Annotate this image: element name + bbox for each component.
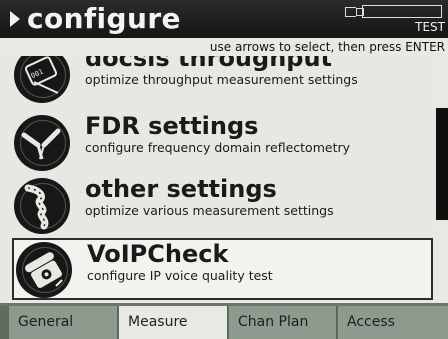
battery-icon <box>345 5 442 18</box>
menu-item-description: optimize throughput measurement settings <box>85 72 358 87</box>
battery-cap <box>356 8 364 16</box>
page-title: configure <box>27 2 181 35</box>
menu-item-description: optimize various measurement settings <box>85 203 334 218</box>
hint-text: use arrows to select, then press ENTER <box>209 40 445 54</box>
menu-item-label: docsis throughput <box>85 56 333 72</box>
menu-item-description: configure frequency domain reflectometry <box>85 140 351 155</box>
tab-bar: General Measure Chan Plan Access <box>0 306 448 339</box>
menu-item-description: configure IP voice quality test <box>87 268 273 283</box>
menu-item-docsis-throughput[interactable]: 001 docsis throughput optimize throughpu… <box>10 56 436 104</box>
menu-item-label: FDR settings <box>85 112 259 140</box>
plug-icon <box>345 7 356 17</box>
tab-general[interactable]: General <box>9 306 118 339</box>
menu-item-other-settings[interactable]: other settings optimize various measurem… <box>10 175 436 235</box>
tab-measure[interactable]: Measure <box>119 306 228 339</box>
telephone-icon <box>16 242 72 298</box>
scrollbar[interactable] <box>436 56 448 303</box>
broken-cable-icon <box>14 115 70 171</box>
hint-bar: use arrows to select, then press ENTER <box>0 38 448 57</box>
scrollbar-thumb[interactable] <box>436 108 448 220</box>
coiled-cable-icon <box>14 178 70 234</box>
tab-access[interactable]: Access <box>338 306 448 339</box>
menu-item-label: other settings <box>85 175 277 203</box>
menu-list: 001 docsis throughput optimize throughpu… <box>0 56 436 303</box>
svg-text:001: 001 <box>30 68 45 81</box>
title-arrow-icon <box>10 11 20 27</box>
configure-screen: configure TEST use arrows to select, the… <box>0 0 448 339</box>
title-bar: configure TEST <box>0 0 448 38</box>
tab-chan-plan[interactable]: Chan Plan <box>229 306 337 339</box>
menu-item-fdr-settings[interactable]: FDR settings configure frequency domain … <box>10 112 436 172</box>
cable-icon: 001 <box>14 56 70 103</box>
menu-item-voipcheck[interactable]: VoIPCheck configure IP voice quality tes… <box>12 238 433 300</box>
menu-item-label: VoIPCheck <box>87 240 229 268</box>
test-label: TEST <box>415 20 445 34</box>
